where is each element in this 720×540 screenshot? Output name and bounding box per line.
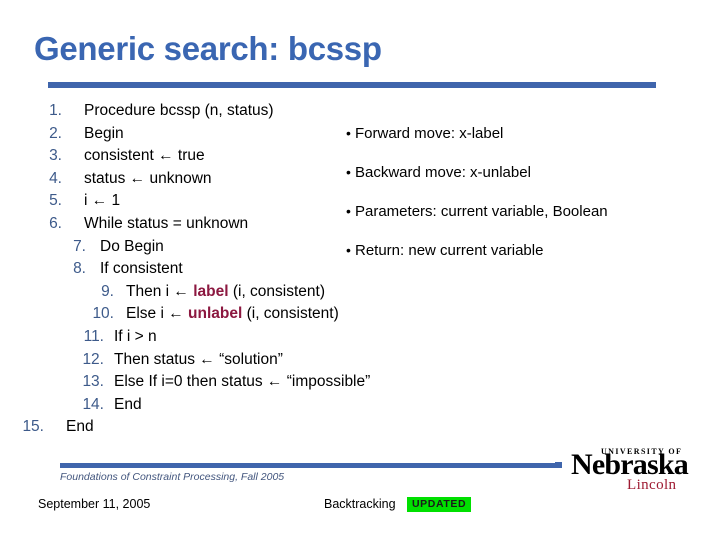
code-line-text: End	[114, 394, 142, 417]
code-line-text: While status = unknown	[84, 213, 248, 236]
bullet-item: • Backward move: x-unlabel	[346, 163, 720, 182]
code-line-text: Begin	[84, 123, 124, 146]
code-text-run: (i, consistent)	[242, 305, 339, 323]
code-text-run: End	[114, 395, 142, 413]
code-line-number: 10.	[92, 305, 114, 323]
code-line-text: If consistent	[100, 258, 183, 281]
code-line-number: 14.	[82, 395, 104, 413]
code-text-run: consistent ← true	[84, 147, 205, 165]
code-text-run: If i > n	[114, 327, 157, 345]
code-line-number: 4.	[49, 169, 62, 187]
code-text-run: Then status ← “solution”	[114, 350, 283, 368]
code-line: 12. Then status ← “solution”	[18, 349, 448, 372]
code-text-run: Do Begin	[100, 237, 164, 255]
code-line: 15. End	[18, 416, 448, 439]
code-line-number: 1.	[49, 102, 62, 119]
bullet-item-label: Forward move: x-label	[355, 125, 504, 142]
page-title: Generic search: bcssp	[34, 30, 382, 67]
bullet-item: • Forward move: x-label	[346, 124, 720, 143]
bullet-point-icon: •	[346, 242, 351, 258]
code-text-run: i ← 1	[84, 192, 121, 210]
university-logo: UNIVERSITY OF Nebraska Lincoln	[565, 446, 705, 494]
bullet-item: • Return: new current variable	[346, 241, 720, 260]
code-line: 10. Else i ← unlabel (i, consistent)	[18, 303, 448, 326]
code-line-text: Procedure bcssp (n, status)	[84, 100, 274, 123]
code-line-text: Else i ← unlabel (i, consistent)	[126, 303, 339, 326]
code-keyword: label	[193, 282, 229, 300]
code-text-run: status ← unknown	[84, 169, 212, 187]
code-text-run: End	[66, 418, 94, 436]
code-text-run: If consistent	[100, 260, 183, 278]
code-line-number: 5.	[49, 192, 62, 210]
notes-bullet-list: • Forward move: x-label • Backward move: x-…	[346, 124, 720, 280]
footer-date-label: September 11, 2005	[38, 497, 151, 511]
bullet-point-icon: •	[346, 164, 351, 180]
title-divider	[48, 82, 656, 88]
code-line-number: 13.	[82, 373, 104, 391]
code-text-run: Then i ←	[126, 282, 194, 300]
footer-divider	[60, 463, 556, 468]
code-text-run: Else If i=0 then status ← “impossible”	[114, 373, 371, 391]
bullet-item-label: Parameters: current variable, Boolean	[355, 203, 608, 220]
code-line-text: If i > n	[114, 326, 157, 349]
code-line: 14. End	[18, 394, 448, 417]
code-line-number: 2.	[49, 124, 62, 142]
code-line-number: 11.	[83, 327, 104, 345]
code-line-text: Then status ← “solution”	[114, 349, 283, 372]
code-line-number: 15.	[22, 418, 44, 436]
code-line-number: 12.	[82, 350, 104, 368]
code-line-text: Then i ← label (i, consistent)	[126, 281, 325, 304]
code-text-run: Else i ←	[126, 305, 189, 323]
code-text-run: (i, consistent)	[228, 282, 326, 300]
code-text-run: Begin	[84, 124, 124, 142]
footer-course-label: Foundations of Constraint Processing, Fa…	[60, 471, 285, 483]
bullet-item-label: Return: new current variable	[355, 242, 544, 259]
code-line: 1. Procedure bcssp (n, status)	[18, 100, 448, 123]
code-line-number: 8.	[73, 260, 86, 278]
logo-lincoln-text: Lincoln	[627, 477, 677, 493]
bullet-point-icon: •	[346, 203, 351, 219]
logo-nebraska-text: Nebraska	[571, 448, 689, 481]
updated-badge: UPDATED	[407, 497, 472, 512]
code-line-number: 3.	[49, 147, 62, 165]
code-line-number: 7.	[73, 237, 86, 255]
code-text-run: Procedure bcssp (n, status)	[84, 102, 274, 119]
code-line: 13. Else If i=0 then status ← “impossible…	[18, 371, 448, 394]
code-line-number: 9.	[101, 282, 114, 300]
code-line: 11. If i > n	[18, 326, 448, 349]
code-line-text: i ← 1	[84, 190, 120, 213]
code-line-text: Do Begin	[100, 236, 164, 259]
bullet-item-label: Backward move: x-unlabel	[355, 164, 531, 181]
code-line-number: 6.	[49, 214, 62, 232]
logo-accent-square	[555, 462, 562, 468]
code-keyword: unlabel	[188, 305, 243, 323]
code-line-text: consistent ← true	[84, 145, 205, 168]
code-line: 9. Then i ← label (i, consistent)	[18, 281, 448, 304]
code-text-run: While status = unknown	[84, 214, 249, 232]
footer-topic-label: Backtracking	[324, 497, 396, 511]
bullet-item: • Parameters: current variable, Boolean	[346, 202, 720, 221]
bullet-point-icon: •	[346, 125, 351, 141]
code-line-text: Else If i=0 then status ← “impossible”	[114, 371, 370, 394]
code-line-text: End	[66, 416, 94, 439]
code-line-text: status ← unknown	[84, 168, 212, 191]
